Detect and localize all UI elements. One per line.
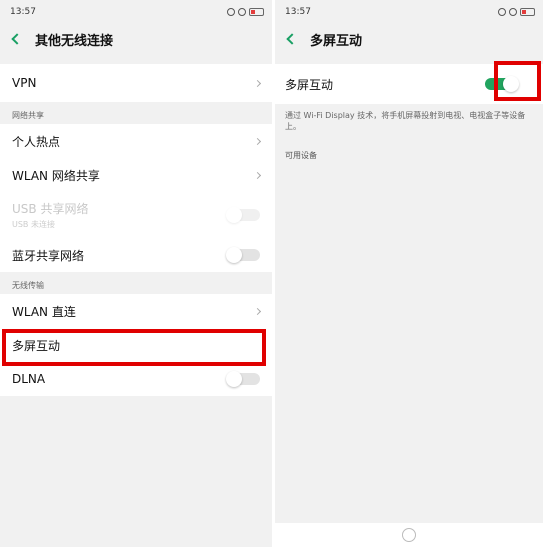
nav-bar: 多屏互动 [275, 24, 543, 54]
wireless-transfer-header: 无线传输 [12, 281, 44, 290]
available-devices-header: 可用设备 [285, 151, 317, 160]
wlan-direct-label: WLAN 直连 [12, 304, 76, 319]
home-button-icon[interactable] [402, 528, 416, 542]
alarm-icon [238, 8, 246, 16]
multi-screen-highlight-box [2, 329, 266, 366]
nav-bar: 其他无线连接 [0, 24, 272, 54]
bt-share-toggle[interactable] [226, 247, 260, 263]
vpn-card: VPN [0, 64, 272, 102]
usb-share-toggle [226, 207, 260, 223]
wlan-direct-row[interactable]: WLAN 直连 [0, 294, 272, 328]
wireless-settings-screen: 13:57 其他无线连接 VPN 网络共享 个人热点 WLAN 网络共享 USB… [0, 0, 272, 547]
usb-share-label: USB 共享网络 [12, 202, 89, 216]
alarm-icon [509, 8, 517, 16]
dlna-row[interactable]: DLNA [0, 362, 272, 396]
chevron-right-icon [253, 307, 262, 315]
chevron-right-icon [253, 171, 262, 179]
hotspot-row[interactable]: 个人热点 [0, 124, 272, 158]
toggle-highlight-box [494, 61, 541, 101]
hotspot-label: 个人热点 [12, 134, 61, 149]
wlan-share-row[interactable]: WLAN 网络共享 [0, 158, 272, 192]
battery-icon [249, 8, 264, 16]
network-sharing-header: 网络共享 [12, 111, 44, 120]
multi-screen-screen: 13:57 多屏互动 多屏互动 通过 Wi-Fi Display 技术，将手机屏… [275, 0, 543, 547]
bt-share-row[interactable]: 蓝牙共享网络 [0, 238, 272, 272]
chevron-right-icon [253, 137, 262, 145]
page-title: 其他无线连接 [35, 33, 114, 49]
vpn-label: VPN [12, 76, 37, 90]
multi-screen-description: 通过 Wi-Fi Display 技术，将手机屏幕投射到电视、电视盒子等设备上。 [285, 111, 526, 131]
back-arrow-icon[interactable] [11, 33, 23, 45]
bottom-nav-bar [275, 523, 543, 547]
network-sharing-card: 个人热点 WLAN 网络共享 USB 共享网络 USB 未连接 蓝牙共享网络 [0, 124, 272, 272]
battery-icon [520, 8, 535, 16]
wlan-share-label: WLAN 网络共享 [12, 168, 100, 183]
status-bar: 13:57 [0, 0, 272, 24]
page-title: 多屏互动 [310, 33, 363, 49]
bt-share-label: 蓝牙共享网络 [12, 248, 85, 263]
vpn-row[interactable]: VPN [0, 64, 272, 102]
multi-screen-toggle-label: 多屏互动 [285, 77, 334, 92]
status-bar: 13:57 [275, 0, 543, 24]
sync-icon [498, 8, 506, 16]
dlna-toggle[interactable] [226, 371, 260, 387]
usb-share-sublabel: USB 未连接 [12, 220, 55, 229]
usb-share-row: USB 共享网络 USB 未连接 [0, 192, 272, 238]
dlna-label: DLNA [12, 372, 46, 386]
back-arrow-icon[interactable] [286, 33, 298, 45]
chevron-right-icon [253, 79, 262, 87]
status-time: 13:57 [10, 7, 36, 17]
status-time: 13:57 [285, 7, 311, 17]
sync-icon [227, 8, 235, 16]
